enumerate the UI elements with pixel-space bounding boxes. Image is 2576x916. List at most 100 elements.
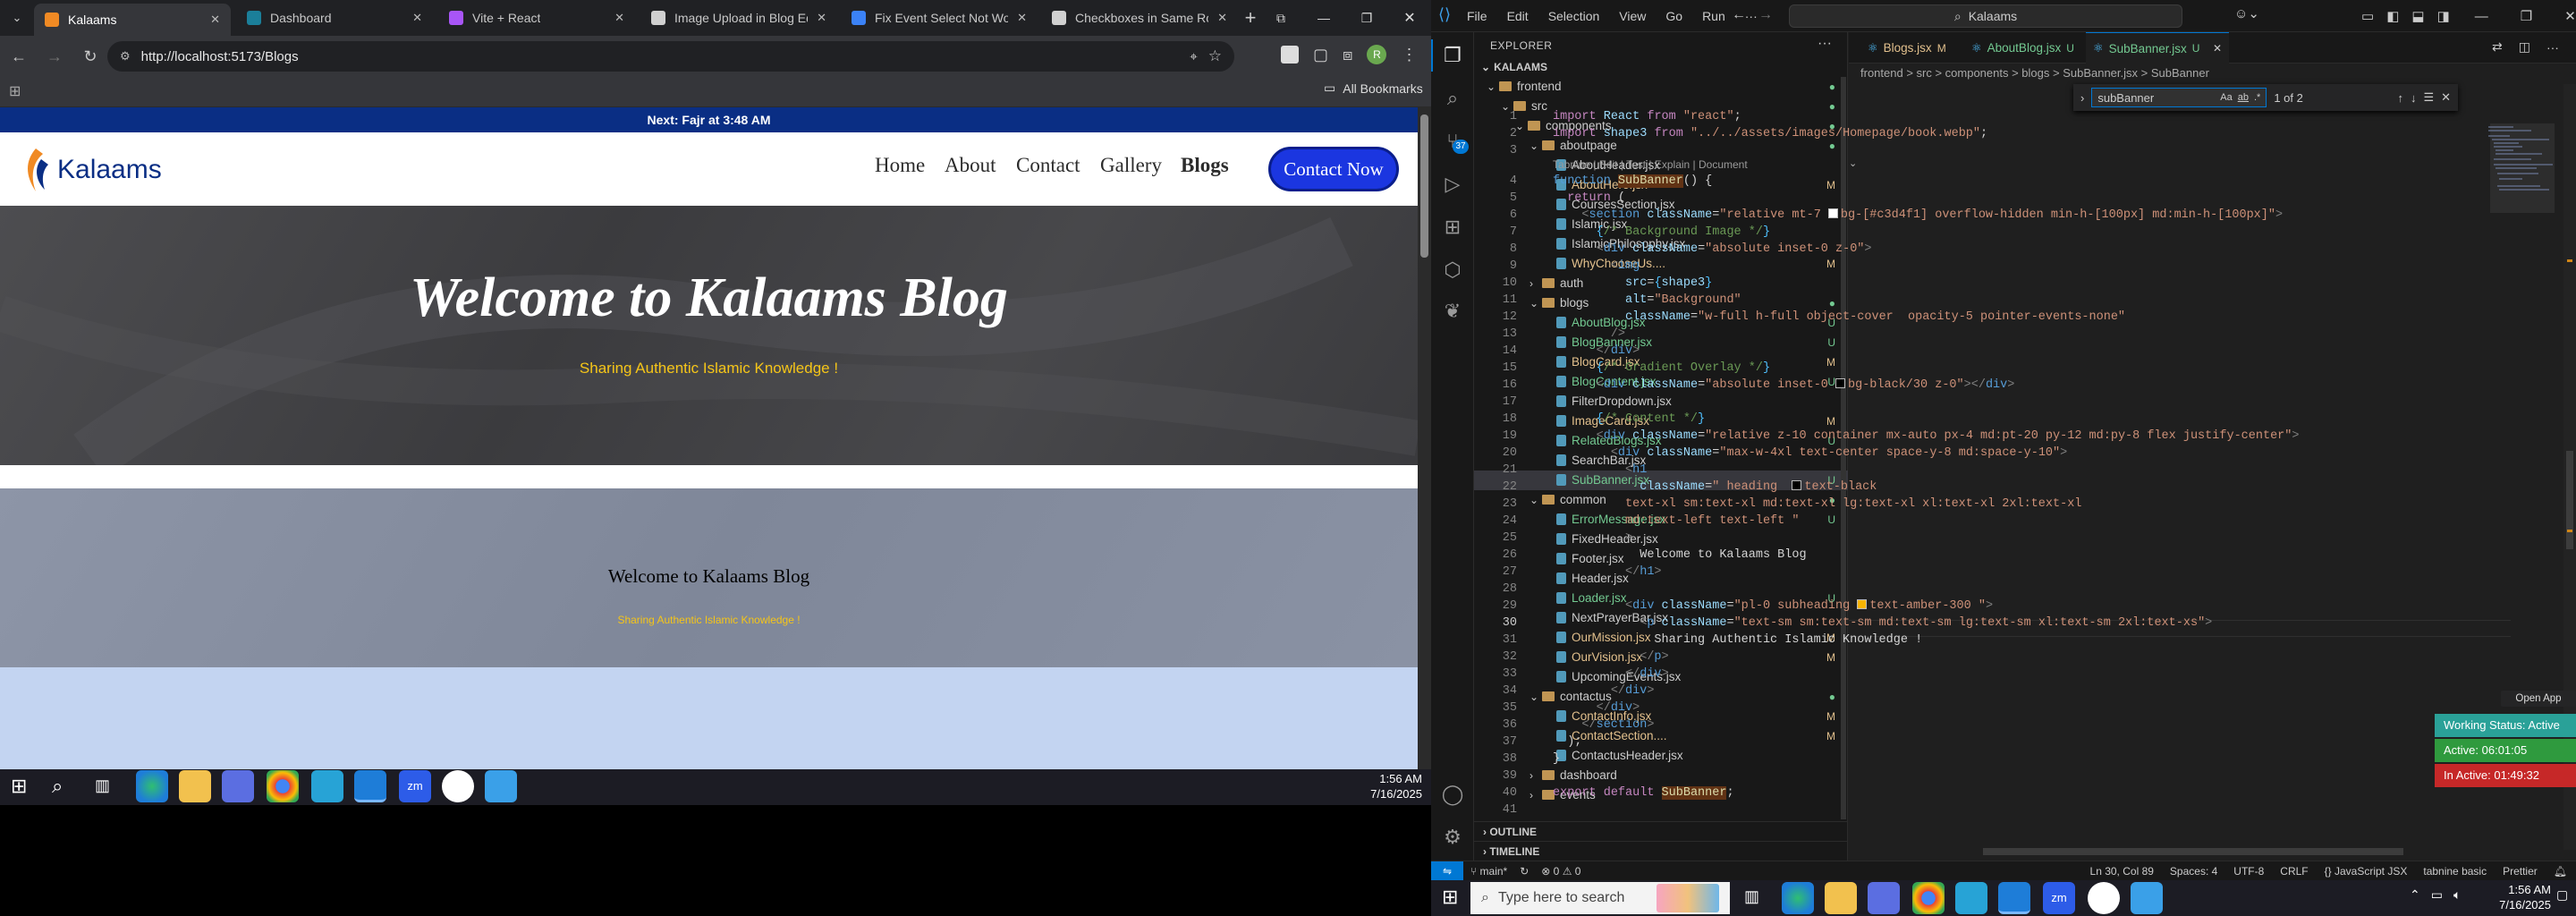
chrome-icon-2[interactable] bbox=[1912, 882, 1945, 914]
store-icon-2[interactable] bbox=[1868, 882, 1900, 914]
browser-tab[interactable]: Dashboard ✕ bbox=[236, 0, 433, 36]
find-in-selection-icon[interactable]: ☰ bbox=[2423, 90, 2434, 105]
status-item[interactable]: UTF-8 bbox=[2233, 865, 2264, 878]
vscode-icon[interactable] bbox=[354, 770, 386, 802]
breadcrumb[interactable]: frontend > src > components > blogs > Su… bbox=[1860, 66, 2209, 80]
next-match-icon[interactable]: ↓ bbox=[2411, 91, 2417, 105]
windows-start-icon-2[interactable]: ⊞ bbox=[1442, 886, 1458, 909]
nav-link-home[interactable]: Home bbox=[875, 154, 925, 177]
back-icon[interactable]: ← bbox=[5, 43, 32, 70]
edge-icon[interactable] bbox=[136, 770, 168, 802]
tab-close-icon[interactable]: ✕ bbox=[817, 11, 826, 25]
copilot-icon[interactable]: ☺⌄ bbox=[2234, 5, 2259, 21]
open-app-button[interactable]: Open App bbox=[2501, 691, 2576, 707]
close-window-icon[interactable]: ✕ bbox=[1388, 9, 1431, 27]
paint-icon[interactable] bbox=[485, 770, 517, 802]
tab-search-icon[interactable]: ⌄ bbox=[5, 7, 29, 29]
status-item[interactable]: {} JavaScript JSX bbox=[2325, 865, 2408, 878]
manage-gear-icon[interactable]: ⚙ bbox=[1440, 825, 1465, 850]
apps-grid-icon[interactable]: ⊞ bbox=[9, 82, 21, 100]
nav-back-icon[interactable]: ← bbox=[1732, 7, 1746, 23]
match-case-icon[interactable]: Aa bbox=[2220, 92, 2232, 103]
page-scrollbar-thumb[interactable] bbox=[1420, 114, 1428, 258]
editor-scrollbar-thumb[interactable] bbox=[2566, 451, 2573, 549]
address-bar[interactable]: ⚙ http://localhost:5173/Blogs ⌖ ☆ bbox=[107, 41, 1234, 72]
tree-folder[interactable]: ⌄ frontend ● bbox=[1474, 77, 1848, 97]
taskbar-search-box[interactable]: ⌕ Type here to search bbox=[1470, 882, 1730, 914]
fold-chevron-icon[interactable]: ⌄ bbox=[1849, 157, 1860, 169]
nav-link-about[interactable]: About bbox=[945, 154, 996, 177]
explorer-icon[interactable]: ❐ bbox=[1440, 43, 1465, 68]
menu-item[interactable]: Selection bbox=[1548, 9, 1600, 23]
forward-icon[interactable]: → bbox=[41, 43, 68, 70]
nav-link-contact[interactable]: Contact bbox=[1016, 154, 1080, 177]
customize-layout-icon[interactable]: ▭ bbox=[2361, 8, 2374, 24]
tray-chevron-icon[interactable]: ⌃ bbox=[2410, 887, 2420, 903]
editor-tab[interactable]: ⚛ Blogs.jsx M bbox=[1860, 32, 1961, 64]
regex-icon[interactable]: .* bbox=[2254, 92, 2260, 103]
workspace-header[interactable]: ⌄ KALAAMS bbox=[1481, 61, 1547, 73]
codelens[interactable]: Tabnine | Edit | Test | Explain | Docume… bbox=[1553, 157, 2300, 173]
branch-status[interactable]: ⑂ main* bbox=[1470, 865, 1507, 878]
vs-minimize-icon[interactable]: — bbox=[2475, 9, 2488, 24]
whole-word-icon[interactable]: ab bbox=[2238, 92, 2249, 103]
zoom-icon[interactable]: zm bbox=[399, 770, 431, 802]
code-content[interactable]: 1 import React from "react"; 2 import shape… bbox=[1503, 108, 2300, 818]
site-info-icon[interactable]: ⚙ bbox=[120, 49, 131, 64]
notifications-bell-icon[interactable]: 🔔︎ bbox=[2554, 865, 2567, 878]
location-icon[interactable]: ⌖ bbox=[1190, 49, 1197, 64]
reload-icon[interactable]: ↻ bbox=[77, 43, 104, 70]
close-find-icon[interactable]: ✕ bbox=[2441, 90, 2451, 105]
task-view-icon-2[interactable]: ▥ bbox=[1744, 887, 1759, 906]
minimize-icon[interactable]: — bbox=[1302, 11, 1345, 25]
menu-item[interactable]: Edit bbox=[1507, 9, 1529, 23]
outline-section[interactable]: › OUTLINE bbox=[1474, 821, 1848, 841]
status-item[interactable]: CRLF bbox=[2280, 865, 2308, 878]
menu-item[interactable]: File bbox=[1467, 9, 1487, 23]
nav-forward-icon[interactable]: → bbox=[1758, 7, 1773, 23]
editor-tab[interactable]: ⚛ SubBanner.jsx U ✕ bbox=[2086, 32, 2229, 64]
windows-start-icon[interactable]: ⊞ bbox=[11, 775, 27, 798]
site-logo[interactable]: Kalaams bbox=[20, 145, 162, 195]
store-icon[interactable] bbox=[222, 770, 254, 802]
horizontal-scrollbar-thumb[interactable] bbox=[1983, 848, 2403, 855]
paint-icon-2[interactable] bbox=[2131, 882, 2163, 914]
menu-item[interactable]: ··· bbox=[1745, 9, 1758, 23]
toggle-panel-icon[interactable]: ⬓ bbox=[2411, 8, 2424, 24]
extensions-puzzle-icon[interactable]: ⧈ bbox=[1343, 46, 1352, 64]
split-editor-icon[interactable]: ◫ bbox=[2519, 39, 2530, 55]
page-scrollbar[interactable] bbox=[1418, 107, 1431, 769]
status-item[interactable]: Spaces: 4 bbox=[2170, 865, 2217, 878]
browser-tab[interactable]: Vite + React ✕ bbox=[438, 0, 635, 36]
tab-close-icon[interactable]: ✕ bbox=[1017, 11, 1027, 25]
vs-close-icon[interactable]: ✕ bbox=[2564, 8, 2576, 24]
browser-tab[interactable]: Checkboxes in Same Row ✕ bbox=[1041, 0, 1238, 36]
chrome-menu-icon[interactable]: ⋮ bbox=[1401, 46, 1417, 64]
status-item[interactable]: Ln 30, Col 89 bbox=[2090, 865, 2154, 878]
cast-icon[interactable]: ▢ bbox=[1313, 46, 1328, 64]
find-input[interactable]: subBanner Aa ab .* bbox=[2091, 88, 2267, 107]
vscode-icon-2[interactable] bbox=[1998, 882, 2030, 914]
github-icon[interactable] bbox=[442, 770, 474, 802]
remote-indicator-icon[interactable]: ⇋ bbox=[1431, 861, 1463, 881]
vs-maximize-icon[interactable]: ❐ bbox=[2521, 8, 2532, 24]
search-view-icon[interactable]: ⌕ bbox=[1440, 86, 1465, 111]
tab-close-icon[interactable]: ✕ bbox=[614, 11, 624, 25]
extension-icon[interactable] bbox=[1281, 46, 1299, 64]
editor-more-icon[interactable]: ··· bbox=[2546, 40, 2559, 55]
menu-item[interactable]: View bbox=[1619, 9, 1646, 23]
github-icon-2[interactable] bbox=[2088, 882, 2120, 914]
command-center-search[interactable]: ⌕ Kalaams bbox=[1789, 4, 2182, 28]
edge-icon-2[interactable] bbox=[1782, 882, 1814, 914]
timeline-section[interactable]: › TIMELINE bbox=[1474, 841, 1848, 861]
menu-item[interactable]: Go bbox=[1665, 9, 1682, 23]
toggle-secondary-sidebar-icon[interactable]: ◨ bbox=[2437, 8, 2450, 24]
volume-icon[interactable]: 🔈︎ bbox=[2453, 887, 2461, 903]
contact-now-button[interactable]: Contact Now bbox=[1268, 147, 1399, 191]
file-explorer-icon[interactable] bbox=[179, 770, 211, 802]
network-icon[interactable]: ▭ bbox=[2431, 887, 2443, 903]
browser-tab[interactable]: Kalaams ✕ bbox=[34, 4, 231, 36]
menu-item[interactable]: Run bbox=[1702, 9, 1725, 23]
notification-icon[interactable]: ▢ bbox=[2556, 887, 2568, 903]
status-item[interactable]: Prettier bbox=[2503, 865, 2538, 878]
